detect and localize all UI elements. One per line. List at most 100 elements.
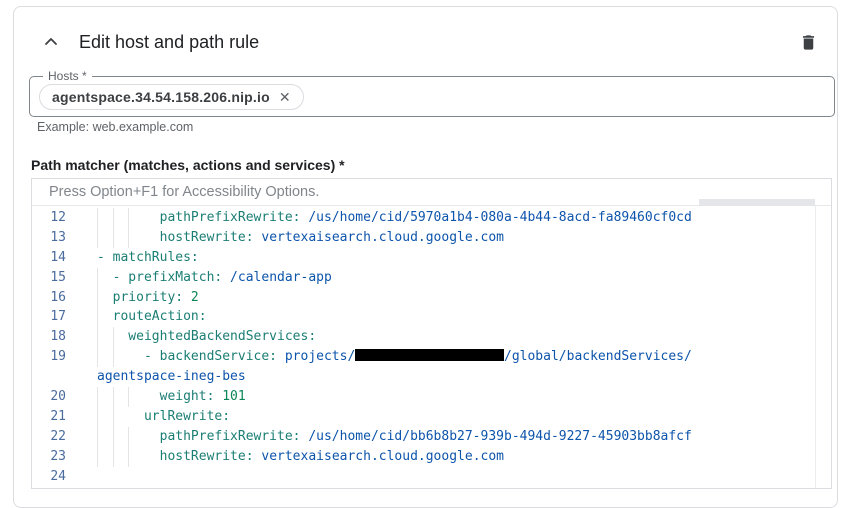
indent-guide <box>113 228 114 248</box>
code-token: urlRewrite: <box>97 409 230 424</box>
code-token: vertexaisearch.cloud.google.com <box>254 230 504 245</box>
code-token: vertexaisearch.cloud.google.com <box>254 449 504 464</box>
code-token: /global/backendServices/ <box>504 349 692 364</box>
horizontal-scrollbar-thumb[interactable] <box>699 199 815 206</box>
code-token: hostRewrite: <box>97 449 254 464</box>
code-token: /calendar-app <box>222 270 332 285</box>
code-token: 101 <box>214 389 245 404</box>
code-token: priority: <box>97 290 183 305</box>
line-number: 21 <box>32 407 66 427</box>
code-text: pathPrefixRewrite: /us/home/cid/5970a1b4… <box>97 208 692 228</box>
code-text: - prefixMatch: /calendar-app <box>97 268 332 288</box>
indent-guide <box>97 268 98 288</box>
chevron-up-glyph <box>43 34 59 50</box>
line-number: 18 <box>32 327 66 347</box>
line-number: 16 <box>32 288 66 308</box>
code-token: projects/ <box>277 349 355 364</box>
trash-icon <box>799 33 818 52</box>
code-line[interactable]: 19 - backendService: projects/ /global/ba… <box>32 347 815 367</box>
edit-host-path-rule-card: Edit host and path rule Hosts * agentspa… <box>13 6 838 508</box>
host-chip-label: agentspace.34.54.158.206.nip.io <box>52 89 270 105</box>
code-token: 2 <box>183 290 199 305</box>
card-header: Edit host and path rule <box>40 29 819 55</box>
line-number <box>32 367 66 387</box>
code-line[interactable]: 14 - matchRules: <box>32 248 815 268</box>
code-text: weight: 101 <box>97 387 246 407</box>
code-lines: 12 pathPrefixRewrite: /us/home/cid/5970a… <box>32 208 815 486</box>
hosts-field[interactable]: Hosts * agentspace.34.54.158.206.nip.io … <box>29 76 835 117</box>
code-line[interactable]: 22 pathPrefixRewrite: /us/home/cid/bb6b8… <box>32 427 815 447</box>
indent-guide <box>97 288 98 308</box>
line-number: 17 <box>32 307 66 327</box>
line-number: 15 <box>32 268 66 288</box>
line-number: 23 <box>32 447 66 467</box>
indent-guide <box>97 427 98 447</box>
host-chip[interactable]: agentspace.34.54.158.206.nip.io ✕ <box>39 84 304 110</box>
code-token: /us/home/cid/5970a1b4-080a-4b44-8acd-fa8… <box>301 210 692 225</box>
indent-guide <box>128 447 129 467</box>
indent-guide <box>97 307 98 327</box>
indent-guide <box>97 347 98 367</box>
indent-guide <box>113 327 114 347</box>
code-text: routeAction: <box>97 307 207 327</box>
indent-guide <box>97 228 98 248</box>
code-line[interactable]: 17 routeAction: <box>32 307 815 327</box>
code-line[interactable]: 16 priority: 2 <box>32 288 815 308</box>
code-token: /us/home/cid/bb6b8b27-939b-494d-9227-459… <box>301 429 692 444</box>
indent-guide <box>97 447 98 467</box>
code-token: - matchRules: <box>97 250 199 265</box>
line-number: 22 <box>32 427 66 447</box>
code-token: routeAction: <box>97 309 207 324</box>
code-line[interactable]: 12 pathPrefixRewrite: /us/home/cid/5970a… <box>32 208 815 228</box>
indent-guide <box>128 387 129 407</box>
indent-guide <box>97 407 98 427</box>
code-text: pathPrefixRewrite: /us/home/cid/bb6b8b27… <box>97 427 692 447</box>
indent-guide <box>128 427 129 447</box>
line-number: 24 <box>32 467 66 487</box>
vertical-scrollbar-track[interactable] <box>815 206 816 488</box>
code-line[interactable]: 13 hostRewrite: vertexaisearch.cloud.goo… <box>32 228 815 248</box>
indent-guide <box>113 387 114 407</box>
code-token: agentspace-ineg-bes <box>97 369 246 384</box>
code-text: agentspace-ineg-bes <box>97 367 246 387</box>
path-matcher-code-editor[interactable]: Press Option+F1 for Accessibility Option… <box>31 178 832 489</box>
indent-guide <box>113 407 114 427</box>
code-text: hostRewrite: vertexaisearch.cloud.google… <box>97 447 504 467</box>
code-line[interactable]: agentspace-ineg-bes <box>32 367 815 387</box>
line-number: 14 <box>32 248 66 268</box>
code-line[interactable]: 23 hostRewrite: vertexaisearch.cloud.goo… <box>32 447 815 467</box>
indent-guide <box>97 387 98 407</box>
indent-guide <box>113 447 114 467</box>
indent-guide <box>113 427 114 447</box>
delete-rule-button[interactable] <box>797 31 819 53</box>
code-text: priority: 2 <box>97 288 199 308</box>
code-token: - prefixMatch: <box>97 270 222 285</box>
code-token: - backendService: <box>97 349 277 364</box>
code-line[interactable]: 18 weightedBackendServices: <box>32 327 815 347</box>
indent-guide <box>97 208 98 228</box>
page-title: Edit host and path rule <box>79 32 259 53</box>
line-number: 13 <box>32 228 66 248</box>
code-text: - matchRules: <box>97 248 199 268</box>
line-number: 12 <box>32 208 66 228</box>
redacted-text <box>355 349 504 361</box>
collapse-chevron-icon[interactable] <box>40 31 62 53</box>
code-line[interactable]: 20 weight: 101 <box>32 387 815 407</box>
indent-guide <box>128 208 129 228</box>
path-matcher-label: Path matcher (matches, actions and servi… <box>31 157 345 173</box>
code-line[interactable]: 15 - prefixMatch: /calendar-app <box>32 268 815 288</box>
code-text: weightedBackendServices: <box>97 327 316 347</box>
chip-close-icon[interactable]: ✕ <box>279 90 291 104</box>
line-number: 19 <box>32 347 66 367</box>
line-number: 20 <box>32 387 66 407</box>
code-line[interactable]: 21 urlRewrite: <box>32 407 815 427</box>
code-text: - backendService: projects/ /global/backe… <box>97 347 692 367</box>
indent-guide <box>128 228 129 248</box>
code-line[interactable]: 24 <box>32 467 815 487</box>
code-token: weightedBackendServices: <box>97 329 316 344</box>
code-token: weight: <box>97 389 214 404</box>
indent-guide <box>113 208 114 228</box>
indent-guide <box>113 347 114 367</box>
code-text: urlRewrite: <box>97 407 230 427</box>
code-text: hostRewrite: vertexaisearch.cloud.google… <box>97 228 504 248</box>
